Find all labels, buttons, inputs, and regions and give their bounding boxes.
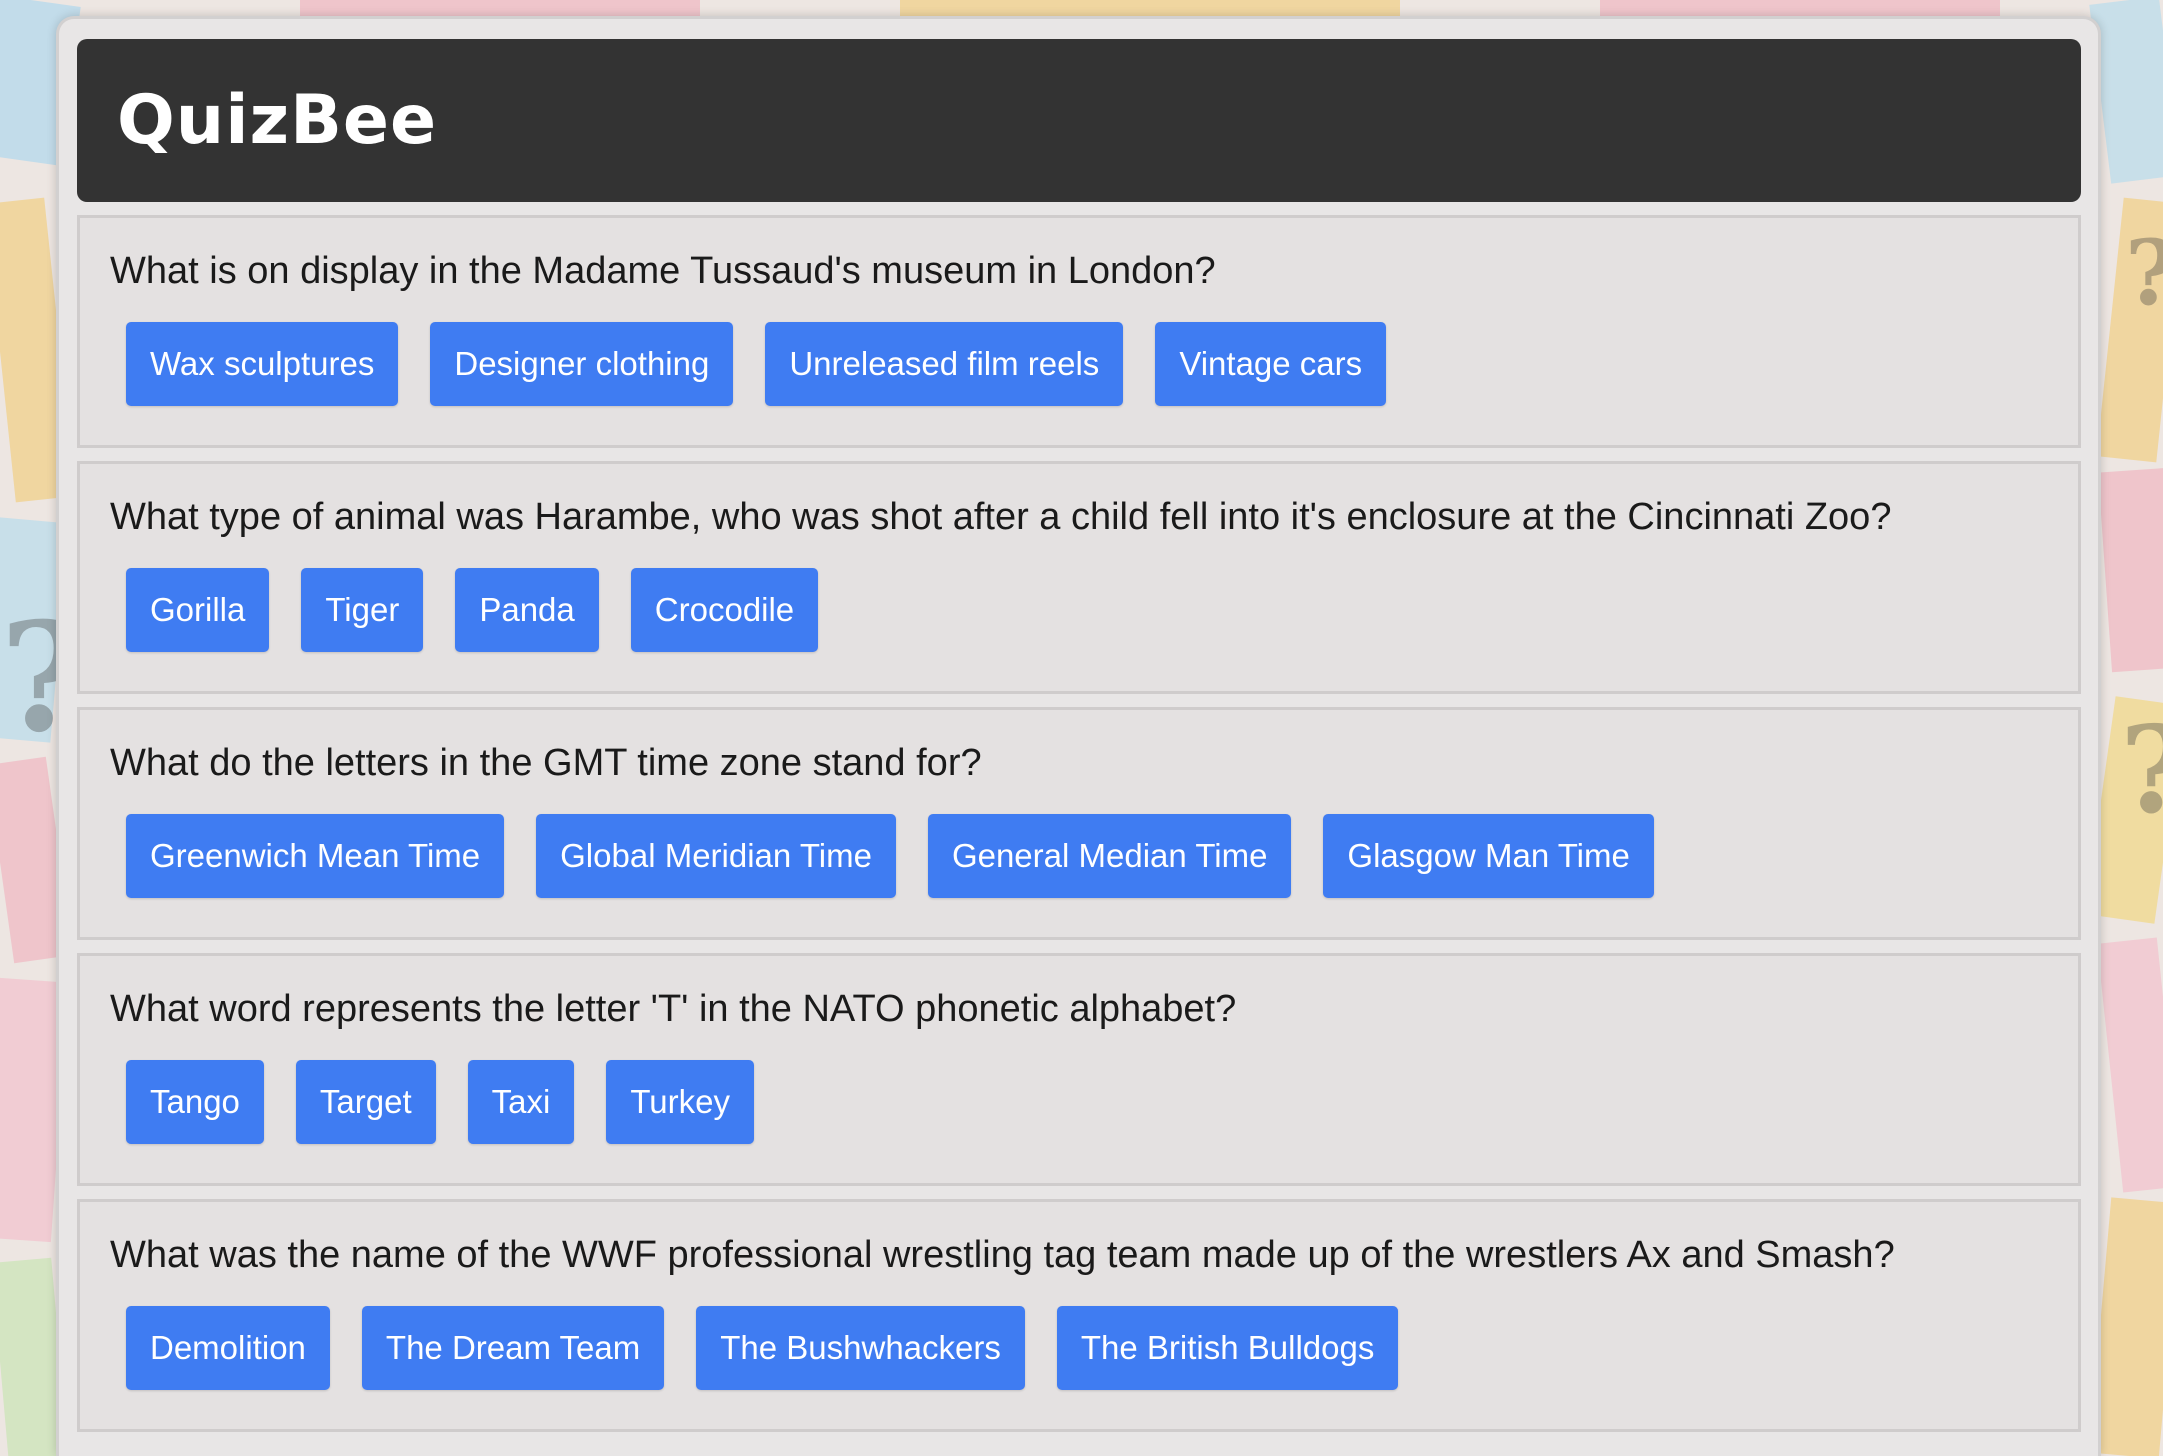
question-text: What word represents the letter 'T' in t… xyxy=(110,988,1237,1030)
answer-button[interactable]: The Dream Team xyxy=(361,1306,665,1390)
answer-button[interactable]: Wax sculptures xyxy=(126,322,399,406)
quiz-app-window: QuizBee What is on display in the Madame… xyxy=(56,16,2101,1456)
app-header: QuizBee xyxy=(77,39,2081,202)
answer-options: Demolition The Dream Team The Bushwhacke… xyxy=(110,1306,2078,1390)
question-text: What do the letters in the GMT time zone… xyxy=(110,742,982,784)
app-title: QuizBee xyxy=(117,81,438,160)
answer-button[interactable]: Turkey xyxy=(606,1060,754,1144)
answer-button[interactable]: Glasgow Man Time xyxy=(1323,814,1654,898)
answer-button[interactable]: The British Bulldogs xyxy=(1056,1306,1399,1390)
answer-button[interactable]: Target xyxy=(295,1060,436,1144)
answer-button[interactable]: Gorilla xyxy=(126,568,270,652)
question-text: What is on display in the Madame Tussaud… xyxy=(110,250,1216,292)
answer-button[interactable]: Unreleased film reels xyxy=(765,322,1124,406)
answer-button[interactable]: Crocodile xyxy=(630,568,819,652)
answer-button[interactable]: Global Meridian Time xyxy=(536,814,896,898)
question-card: What do the letters in the GMT time zone… xyxy=(77,707,2081,940)
question-text: What was the name of the WWF professiona… xyxy=(110,1234,1895,1276)
answer-button[interactable]: Panda xyxy=(455,568,599,652)
answer-button[interactable]: Demolition xyxy=(126,1306,330,1390)
answer-options: Greenwich Mean Time Global Meridian Time… xyxy=(110,814,2078,898)
question-card: What was the name of the WWF professiona… xyxy=(77,1199,2081,1432)
question-text: What type of animal was Harambe, who was… xyxy=(110,496,1892,538)
questions-list: What is on display in the Madame Tussaud… xyxy=(77,215,2081,1445)
answer-options: Gorilla Tiger Panda Crocodile xyxy=(110,568,2078,652)
answer-options: Wax sculptures Designer clothing Unrelea… xyxy=(110,322,2078,406)
question-card: What word represents the letter 'T' in t… xyxy=(77,953,2081,1186)
answer-button[interactable]: General Median Time xyxy=(927,814,1292,898)
answer-options: Tango Target Taxi Turkey xyxy=(110,1060,2078,1144)
question-card: What is on display in the Madame Tussaud… xyxy=(77,215,2081,448)
answer-button[interactable]: Vintage cars xyxy=(1155,322,1387,406)
answer-button[interactable]: Tiger xyxy=(301,568,424,652)
answer-button[interactable]: Taxi xyxy=(467,1060,575,1144)
answer-button[interactable]: Greenwich Mean Time xyxy=(126,814,505,898)
answer-button[interactable]: Tango xyxy=(126,1060,264,1144)
question-card: What type of animal was Harambe, who was… xyxy=(77,461,2081,694)
answer-button[interactable]: Designer clothing xyxy=(430,322,734,406)
answer-button[interactable]: The Bushwhackers xyxy=(696,1306,1025,1390)
